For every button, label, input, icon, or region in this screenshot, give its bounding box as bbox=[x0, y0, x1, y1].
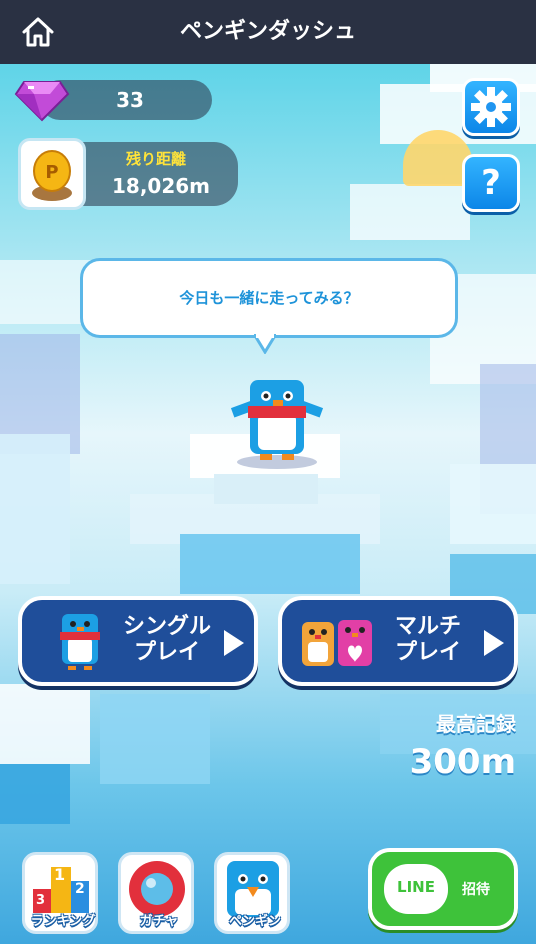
gacha-button[interactable]: ガチャ bbox=[118, 852, 194, 934]
invite-label: 招待 bbox=[462, 882, 490, 898]
coin-p-icon: P bbox=[18, 138, 86, 210]
multi-play-label-line1: マルチ bbox=[394, 614, 461, 639]
line-logo-text: LINE bbox=[397, 878, 435, 896]
podium-digit-1: 1 bbox=[54, 865, 66, 884]
speech-text: 今日も一緒に走ってみる？ bbox=[179, 289, 359, 307]
single-play-label-line1: シングル bbox=[122, 614, 211, 639]
penguin-character bbox=[230, 380, 324, 469]
question-icon: ? bbox=[481, 163, 501, 203]
penguin-button[interactable]: ペンギン bbox=[214, 852, 290, 934]
podium-digit-2: 2 bbox=[75, 881, 85, 897]
podium-digit-3: 3 bbox=[36, 893, 46, 908]
distance-value: 18,026m bbox=[111, 174, 211, 198]
best-record-label: 最高記録 bbox=[436, 712, 516, 736]
single-play-button[interactable]: シングル プレイ bbox=[18, 596, 258, 686]
help-button[interactable]: ? bbox=[462, 154, 520, 212]
distance-label: 残り距離 bbox=[125, 150, 186, 168]
ranking-label: ランキング bbox=[30, 914, 96, 929]
penguin-icon bbox=[60, 614, 100, 670]
play-arrow-icon bbox=[224, 630, 244, 656]
ranking-button[interactable]: 1 2 3 ランキング bbox=[22, 852, 98, 934]
app-header: ペンギンダッシュ bbox=[0, 0, 536, 64]
play-arrow-icon bbox=[484, 630, 504, 656]
settings-button[interactable] bbox=[462, 78, 520, 136]
gem-count: 33 bbox=[116, 88, 144, 112]
best-record-value: 300m bbox=[409, 742, 516, 782]
multi-play-button[interactable]: マルチ プレイ bbox=[278, 596, 518, 686]
penguins-duo-icon bbox=[302, 620, 372, 666]
single-play-label-line2: プレイ bbox=[133, 640, 200, 665]
gem-icon bbox=[14, 81, 70, 122]
line-invite-button[interactable]: LINE 招待 bbox=[368, 848, 518, 930]
page-title: ペンギンダッシュ bbox=[179, 19, 356, 44]
gear-icon bbox=[471, 87, 511, 127]
gacha-label: ガチャ bbox=[139, 914, 179, 929]
multi-play-label-line2: プレイ bbox=[394, 640, 461, 665]
svg-text:P: P bbox=[45, 162, 58, 183]
penguin-label: ペンギン bbox=[228, 914, 281, 929]
